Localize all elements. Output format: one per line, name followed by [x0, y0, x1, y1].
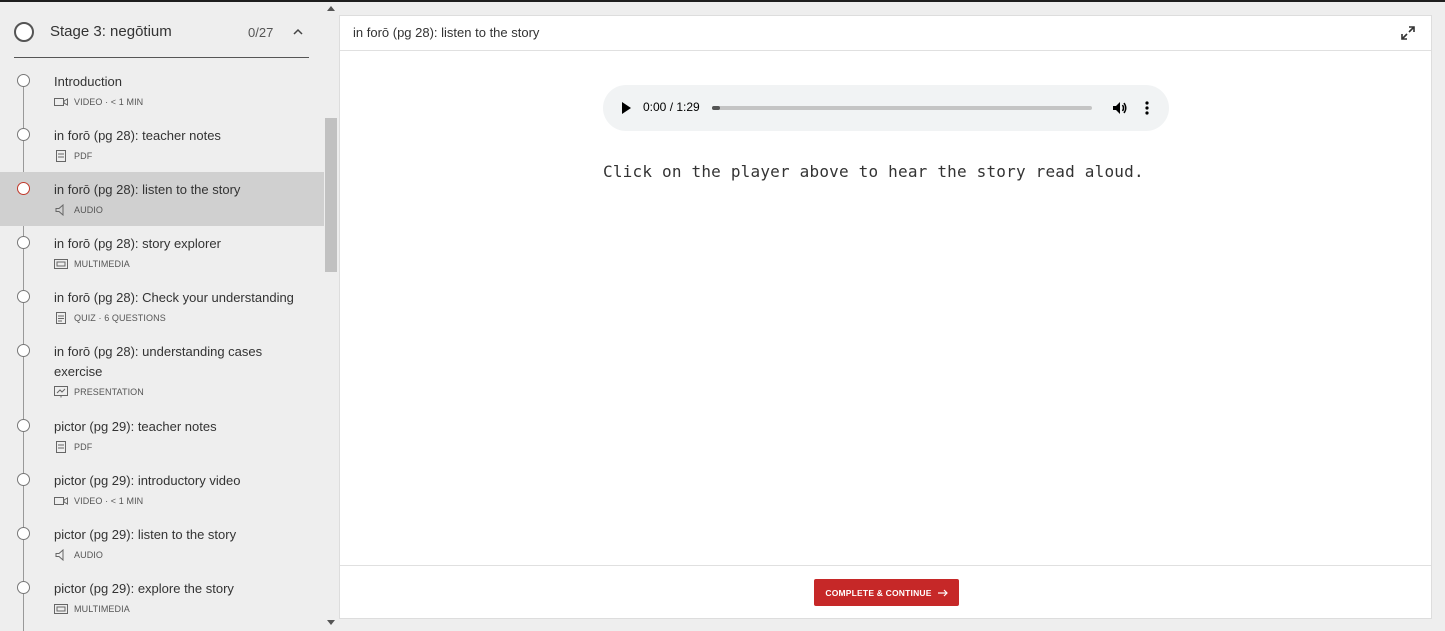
quiz-icon — [56, 312, 66, 324]
play-icon[interactable] — [622, 102, 631, 114]
lesson-status-circle-icon — [17, 236, 30, 249]
lesson-meta: PRESENTATION — [54, 386, 144, 398]
volume-icon[interactable] — [1112, 100, 1128, 116]
content-header: in forō (pg 28): listen to the story — [340, 16, 1431, 51]
complete-continue-label: COMPLETE & CONTINUE — [825, 587, 932, 598]
lesson-title: in forō (pg 28): listen to the story — [54, 182, 241, 197]
content-title: in forō (pg 28): listen to the story — [353, 25, 540, 40]
lesson-meta: QUIZ · 6 QUESTIONS — [54, 312, 166, 324]
lesson-item[interactable]: in forō (pg 28): teacher notes PDF — [0, 118, 324, 172]
lesson-status-circle-icon — [17, 344, 30, 357]
lesson-meta: AUDIO — [54, 549, 103, 561]
video-icon — [54, 98, 68, 106]
lesson-title: in forō (pg 28): understanding cases exe… — [54, 344, 263, 379]
scrollbar-thumb[interactable] — [325, 118, 337, 272]
lesson-status-circle-icon — [17, 581, 30, 594]
lesson-meta-label: VIDEO · < 1 MIN — [74, 496, 144, 506]
story-instruction-text: Click on the player above to hear the st… — [603, 162, 1144, 181]
expand-icon[interactable] — [1400, 25, 1416, 41]
lesson-title: Introduction — [54, 74, 122, 89]
chevron-up-icon[interactable] — [292, 26, 304, 38]
lesson-meta: MULTIMEDIA — [54, 603, 130, 615]
complete-continue-button[interactable]: COMPLETE & CONTINUE — [814, 579, 959, 606]
lesson-meta: VIDEO · < 1 MIN — [54, 96, 143, 108]
audio-player[interactable]: 0:00 / 1:29 — [603, 85, 1169, 131]
stage-header[interactable]: Stage 3: negōtium 0/27 — [0, 2, 324, 58]
lesson-meta-label: MULTIMEDIA — [74, 604, 130, 614]
lesson-meta-label: PRESENTATION — [74, 387, 144, 397]
lesson-item[interactable]: in forō (pg 28): Check your understandin… — [0, 280, 324, 334]
sidebar-scrollbar[interactable] — [324, 2, 338, 631]
lesson-title: in forō (pg 28): teacher notes — [54, 128, 221, 143]
lesson-meta: PDF — [54, 441, 92, 453]
more-options-icon[interactable] — [1143, 100, 1151, 116]
lesson-content-panel: in forō (pg 28): listen to the story 0:0… — [339, 15, 1432, 619]
lesson-meta: PDF — [54, 150, 92, 162]
lesson-status-circle-icon — [17, 527, 30, 540]
audio-icon — [55, 549, 64, 561]
lesson-status-circle-icon — [17, 74, 30, 87]
stage-progress-circle-icon — [14, 22, 34, 42]
scroll-up-arrow-icon[interactable] — [327, 6, 335, 11]
lesson-item[interactable]: in forō (pg 28): listen to the story AUDI… — [0, 172, 324, 226]
lesson-status-circle-icon — [17, 290, 30, 303]
lesson-title: pictor (pg 29): introductory video — [54, 473, 241, 488]
lesson-item[interactable]: pictor (pg 29): introductory video VIDEO … — [0, 463, 324, 517]
lesson-title: in forō (pg 28): Check your understandin… — [54, 290, 294, 305]
video-icon — [54, 497, 68, 505]
stage-title: Stage 3: negōtium — [50, 23, 172, 40]
lesson-meta-label: AUDIO — [74, 205, 104, 215]
audio-time: 0:00 / 1:29 — [643, 100, 700, 114]
arrow-right-icon — [937, 589, 948, 596]
lesson-item[interactable]: pictor (pg 29): explore the story MULTIME… — [0, 571, 324, 625]
lesson-item[interactable]: in forō (pg 28): understanding cases exe… — [0, 334, 324, 409]
lesson-meta: AUDIO — [54, 204, 103, 216]
lesson-meta: MULTIMEDIA — [54, 258, 130, 270]
stage-divider — [14, 57, 309, 58]
lesson-title: pictor (pg 29): teacher notes — [54, 419, 217, 434]
lesson-meta-label: MULTIMEDIA — [74, 259, 130, 269]
lesson-item[interactable]: in forō (pg 28): story explorer MULTIMEDI… — [0, 226, 324, 280]
lesson-title: pictor (pg 29): listen to the story — [54, 527, 237, 542]
lesson-status-circle-icon — [17, 182, 30, 195]
lesson-meta-label: PDF — [74, 151, 93, 161]
lesson-item[interactable]: pictor (pg 29): teacher notes PDF — [0, 409, 324, 463]
course-sidebar: Stage 3: negōtium 0/27 Introduction VIDEO… — [0, 2, 338, 631]
lesson-item[interactable]: pictor (pg 29): listen to the story AUDIO — [0, 517, 324, 571]
lesson-title: in forō (pg 28): story explorer — [54, 236, 221, 251]
content-footer: COMPLETE & CONTINUE — [340, 565, 1431, 618]
audio-icon — [55, 204, 64, 216]
lesson-meta-label: PDF — [74, 442, 93, 452]
lesson-meta: VIDEO · < 1 MIN — [54, 495, 143, 507]
lesson-status-circle-icon — [17, 128, 30, 141]
lesson-meta-label: VIDEO · < 1 MIN — [74, 97, 144, 107]
lesson-meta-label: AUDIO — [74, 550, 104, 560]
lesson-status-circle-icon — [17, 473, 30, 486]
presentation-icon — [54, 386, 68, 398]
lesson-item[interactable]: Introduction VIDEO · < 1 MIN — [0, 64, 324, 118]
multimedia-icon — [54, 604, 68, 614]
audio-seek-progress — [712, 106, 720, 110]
lesson-title: pictor (pg 29): explore the story — [54, 581, 234, 596]
lesson-meta-label: QUIZ · 6 QUESTIONS — [74, 313, 166, 323]
pdf-icon — [56, 150, 66, 162]
lesson-status-circle-icon — [17, 419, 30, 432]
scroll-down-arrow-icon[interactable] — [327, 620, 335, 625]
stage-progress-count: 0/27 — [248, 25, 274, 40]
pdf-icon — [56, 441, 66, 453]
multimedia-icon — [54, 259, 68, 269]
audio-seek-bar[interactable] — [712, 106, 1092, 110]
